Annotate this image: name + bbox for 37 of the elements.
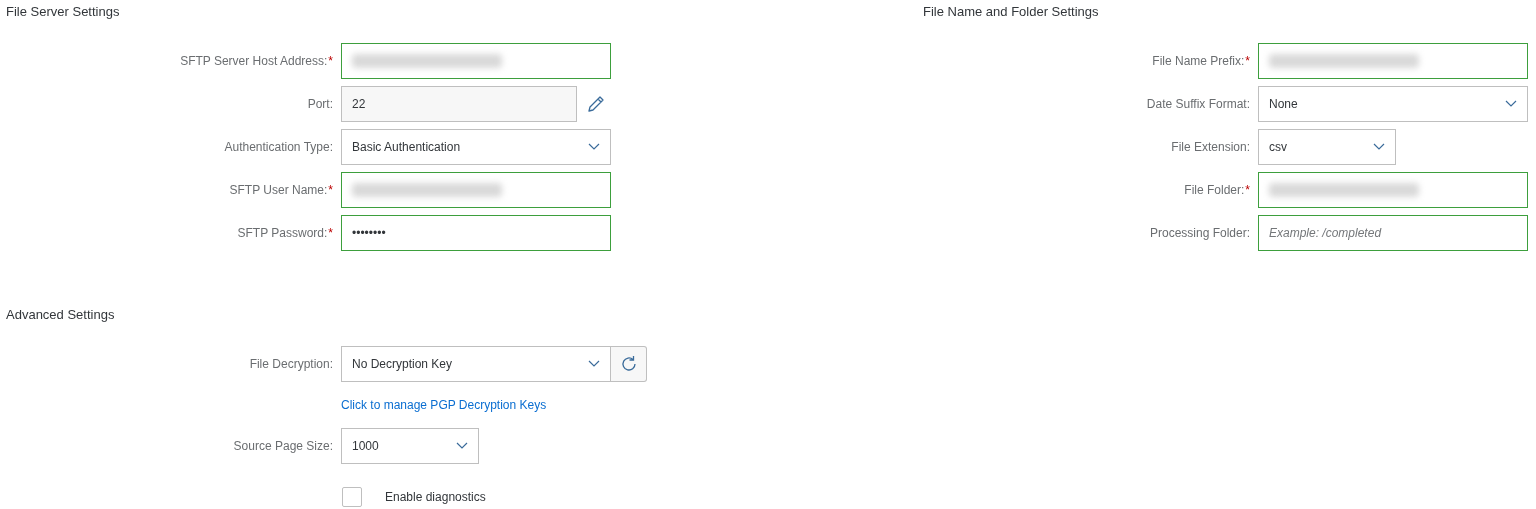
edit-icon[interactable] xyxy=(586,94,606,114)
field-label: SFTP Password:* xyxy=(237,226,333,240)
field-label: File Name Prefix:* xyxy=(1152,54,1250,68)
input-field[interactable]: 22 xyxy=(341,86,577,122)
dropdown[interactable]: 1000 xyxy=(341,428,479,464)
text-field[interactable] xyxy=(1258,172,1528,208)
section-title: File Server Settings xyxy=(6,3,120,21)
input-field[interactable]: •••••••• xyxy=(341,215,611,251)
checkbox[interactable] xyxy=(342,487,362,507)
field-label: File Decryption: xyxy=(249,357,333,371)
text-field[interactable] xyxy=(341,172,611,208)
chevron-down-icon xyxy=(1373,143,1385,151)
field-label: File Extension: xyxy=(1171,140,1250,154)
text-field[interactable] xyxy=(1258,43,1528,79)
field-label: Authentication Type: xyxy=(224,140,333,154)
text-field[interactable] xyxy=(341,43,611,79)
dropdown[interactable]: Basic Authentication xyxy=(341,129,611,165)
field-label: Date Suffix Format: xyxy=(1146,97,1250,111)
chevron-down-icon xyxy=(588,360,600,368)
field-label: File Folder:* xyxy=(1184,183,1250,197)
manage-keys-link[interactable]: Click to manage PGP Decryption Keys xyxy=(341,398,547,412)
input-field[interactable]: Example: /completed xyxy=(1258,215,1528,251)
dropdown[interactable]: csv xyxy=(1258,129,1396,165)
field-label: Source Page Size: xyxy=(233,439,333,453)
chevron-down-icon xyxy=(1505,100,1517,108)
field-label: SFTP Server Host Address:* xyxy=(180,54,333,68)
section-title: File Name and Folder Settings xyxy=(923,3,1099,21)
chevron-down-icon xyxy=(588,143,600,151)
field-label: SFTP User Name:* xyxy=(229,183,333,197)
field-label: Port: xyxy=(307,97,333,111)
checkbox-label: Enable diagnostics xyxy=(385,490,486,504)
dropdown[interactable]: None xyxy=(1258,86,1528,122)
field-label: Processing Folder: xyxy=(1149,226,1250,240)
dropdown[interactable]: No Decryption Key xyxy=(341,346,611,382)
section-title: Advanced Settings xyxy=(6,306,115,324)
chevron-down-icon xyxy=(456,442,468,450)
refresh-button[interactable] xyxy=(611,346,647,382)
